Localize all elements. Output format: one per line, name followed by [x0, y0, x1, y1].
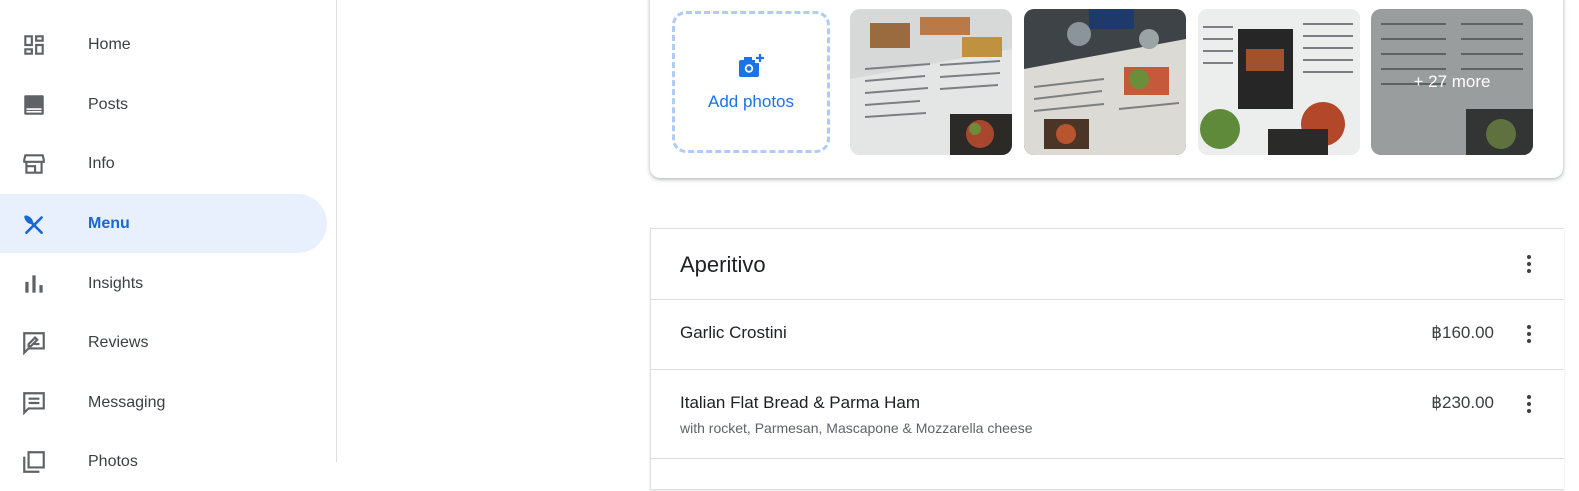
storefront-icon: [21, 151, 47, 177]
menu-photo-thumbnail[interactable]: [850, 9, 1012, 155]
sidebar-item-label: Messaging: [88, 393, 166, 411]
sidebar-item-label: Insights: [88, 274, 144, 292]
sidebar-item-insights[interactable]: Insights: [0, 254, 327, 313]
add-photos-button[interactable]: Add photos: [672, 11, 830, 153]
dashboard-icon: [21, 32, 47, 58]
section-header: Aperitivo: [651, 229, 1564, 300]
menu-photo-thumbnail[interactable]: [1198, 9, 1360, 155]
sidebar-item-label: Info: [88, 154, 115, 172]
menu-item-name: Garlic Crostini: [680, 323, 787, 342]
section-more-options-icon[interactable]: [1517, 252, 1541, 276]
item-more-options-icon[interactable]: [1517, 322, 1541, 346]
menu-item-price: ฿160.00: [1431, 323, 1494, 342]
more-photos-overlay[interactable]: + 27 more: [1371, 9, 1533, 155]
menu-item-price: ฿230.00: [1431, 393, 1494, 412]
item-more-options-icon[interactable]: [1517, 392, 1541, 416]
posts-icon: [21, 92, 47, 118]
bar-chart-icon: [21, 271, 47, 297]
sidebar-item-posts[interactable]: Posts: [0, 75, 327, 134]
menu-photo-thumbnail[interactable]: + 27 more: [1371, 9, 1533, 155]
section-title: Aperitivo: [680, 252, 766, 277]
sidebar: Home Posts Info Menu Insights Reviews Me…: [0, 0, 337, 473]
menu-item-description: with rocket, Parmesan, Mascapone & Mozza…: [680, 420, 1033, 436]
sidebar-item-home[interactable]: Home: [0, 15, 327, 74]
sidebar-item-messaging[interactable]: Messaging: [0, 373, 327, 432]
menu-item-name: Italian Flat Bread & Parma Ham: [680, 393, 920, 412]
sidebar-item-info[interactable]: Info: [0, 134, 327, 193]
utensils-icon: [21, 211, 47, 237]
sidebar-item-label: Home: [88, 35, 131, 53]
message-icon: [21, 390, 47, 416]
sidebar-item-label: Posts: [88, 95, 129, 113]
sidebar-item-reviews[interactable]: Reviews: [0, 313, 327, 372]
menu-item-row[interactable]: Italian Flat Bread & Parma Ham with rock…: [651, 370, 1564, 459]
rate-review-icon: [21, 330, 47, 356]
sidebar-item-menu[interactable]: Menu: [0, 194, 327, 253]
sidebar-item-label: Reviews: [88, 333, 149, 351]
menu-item-row[interactable]: Garlic Crostini ฿160.00: [651, 299, 1564, 370]
add-photos-label: Add photos: [707, 91, 794, 111]
menu-photo-thumbnail[interactable]: [1024, 9, 1186, 155]
menu-photos-card: Add photos + 27 more: [650, 0, 1563, 178]
menu-section-card: Aperitivo Garlic Crostini ฿160.00 Italia…: [650, 228, 1564, 490]
add-photo-icon: [737, 52, 765, 84]
sidebar-item-label: Menu: [88, 214, 130, 232]
more-photos-label: + 27 more: [1413, 72, 1491, 91]
